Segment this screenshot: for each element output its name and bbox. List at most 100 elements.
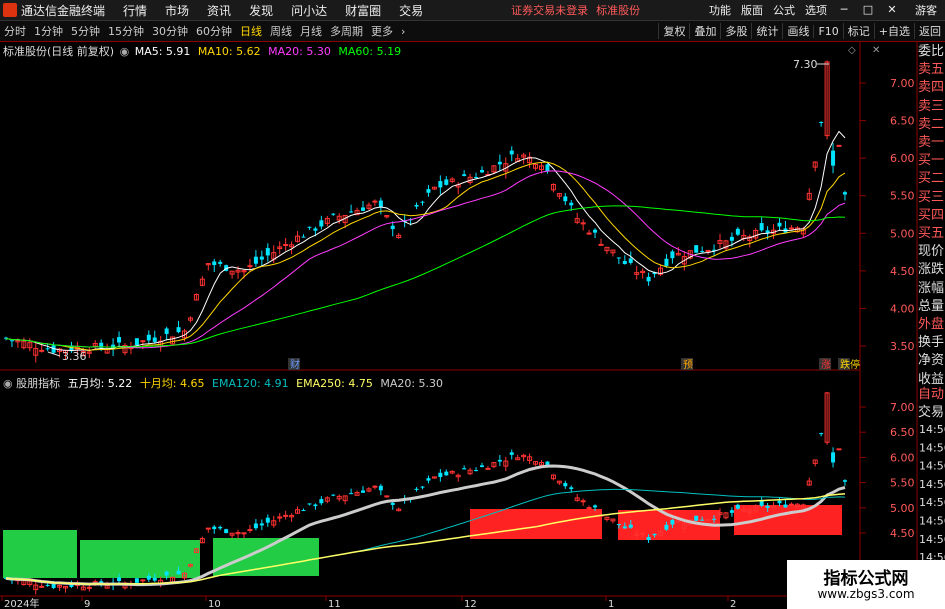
main-candle (700, 251, 705, 253)
main-candle (777, 222, 782, 227)
sub-candle (788, 503, 794, 506)
side-item[interactable]: 外盘 (918, 316, 945, 334)
zone-green (80, 540, 200, 578)
sub-candle (164, 571, 169, 576)
main-candle (218, 261, 223, 264)
side-item[interactable]: 涨幅 (918, 280, 945, 298)
watermark: 指标公式网 www.zbgs3.com (787, 560, 945, 609)
sub-candle (140, 579, 146, 582)
side-item[interactable]: 卖二 (918, 116, 945, 134)
watermark-url: www.zbgs3.com (817, 587, 915, 601)
side-item[interactable]: 买二 (918, 170, 945, 188)
main-candle (438, 181, 443, 188)
sub-candle (580, 500, 586, 503)
ma60-line (5, 205, 846, 348)
sub-candle (414, 488, 419, 490)
ema250-value: EMA250: 4.75 (296, 377, 373, 390)
main-candle (842, 192, 847, 195)
side-item[interactable]: 委比 (918, 43, 945, 61)
sub-candle (705, 518, 711, 521)
sub-axis-label: 6.00 (890, 451, 915, 464)
settings-circle-icon[interactable]: ◉ (120, 45, 130, 58)
side-item[interactable]: 卖三 (918, 98, 945, 116)
side-item[interactable]: 买五 (918, 225, 945, 243)
main-indicator-bar: 标准股份(日线 前复权) ◉ MA5: 5.91 MA10: 5.62 MA20… (3, 43, 401, 59)
side-item[interactable]: 买三 (918, 189, 945, 207)
side-trade[interactable]: 交易 (918, 404, 945, 422)
sub-settings-icon[interactable]: ◉ (3, 377, 13, 390)
sub-candle (152, 577, 157, 581)
side-auto[interactable]: 自动 (918, 386, 945, 404)
sub-candle (259, 523, 264, 526)
sub-candle (485, 467, 491, 470)
sub-candle (646, 537, 651, 541)
x-axis-label: 12 (464, 599, 477, 609)
sub-candle (474, 470, 479, 472)
main-candle (593, 229, 598, 233)
sub-candle (480, 465, 484, 467)
x-axis-label: 2024年 (4, 597, 39, 609)
sub-ma20-value: MA20: 5.30 (380, 377, 444, 390)
sub-candle (586, 507, 592, 510)
side-item[interactable]: 买一 (918, 152, 945, 170)
sub-candle (247, 529, 253, 532)
diamond-icon: ◇ (848, 45, 856, 56)
main-candle (622, 260, 627, 264)
time-label: 14:56 (919, 460, 945, 473)
side-item[interactable]: 卖四 (918, 79, 945, 97)
main-candle (9, 340, 14, 342)
sub-candle (652, 533, 657, 536)
ema120-value: EMA120: 4.91 (212, 377, 289, 390)
main-candle (414, 204, 419, 207)
main-candle (497, 161, 502, 165)
main-candle (349, 211, 354, 213)
x-axis-label: 10 (208, 599, 221, 609)
sub-candle (176, 570, 181, 575)
watermark-title: 指标公式网 (823, 569, 909, 589)
price-axis-label: 4.50 (890, 265, 915, 278)
main-candle (301, 236, 306, 238)
side-item[interactable]: 买四 (918, 207, 945, 225)
side-panel-lower: 自动 交易 (918, 386, 945, 422)
sub-candle (712, 518, 717, 520)
sub-candle (224, 529, 229, 534)
main-candle (378, 200, 383, 208)
main-candle (788, 227, 794, 230)
main-candle (664, 258, 669, 266)
main-candle (705, 250, 711, 253)
main-candle (509, 150, 514, 155)
price-axis-label: 6.00 (890, 152, 915, 165)
sub-axis-label: 5.50 (890, 477, 915, 490)
main-candle (265, 248, 270, 256)
main-candle (313, 228, 318, 231)
side-item[interactable]: 总量 (918, 298, 945, 316)
main-candle (819, 121, 824, 123)
ma20-line (5, 170, 846, 349)
time-label: 14:56 (919, 441, 945, 454)
kline-chart[interactable]: 7.00 6.50 6.00 5.50 5.00 4.50 4.00 3.50 7.00 6.50… (0, 0, 945, 609)
main-candle (670, 251, 675, 259)
sub-candle (331, 494, 336, 496)
main-candle (164, 328, 169, 335)
price-axis-label: 7.00 (890, 77, 915, 90)
price-axis-label: 5.50 (890, 190, 915, 203)
side-item[interactable]: 现价 (918, 243, 945, 261)
side-item[interactable]: 涨跌 (918, 261, 945, 279)
sub-candle (361, 490, 365, 493)
quote-side-panel: 委比 卖五 卖四 卖三 卖二 卖一 买一 买二 买三 买四 买五 现价 涨跌 涨… (918, 43, 945, 387)
side-item[interactable]: 换手 (918, 334, 945, 352)
side-item[interactable]: 卖一 (918, 134, 945, 152)
main-candle (140, 340, 146, 343)
sub-candle (622, 526, 627, 529)
side-item[interactable]: 净资 (918, 352, 945, 370)
x-axis-label: 1 (608, 599, 614, 609)
sub-candle (390, 502, 395, 505)
sub-candle (426, 478, 431, 481)
main-candle (569, 202, 574, 206)
sub-candle (569, 487, 574, 490)
main-candle (836, 144, 842, 147)
side-item[interactable]: 卖五 (918, 61, 945, 79)
sub-candle (765, 505, 770, 508)
sub-candle (241, 532, 247, 535)
main-candle (694, 245, 699, 253)
